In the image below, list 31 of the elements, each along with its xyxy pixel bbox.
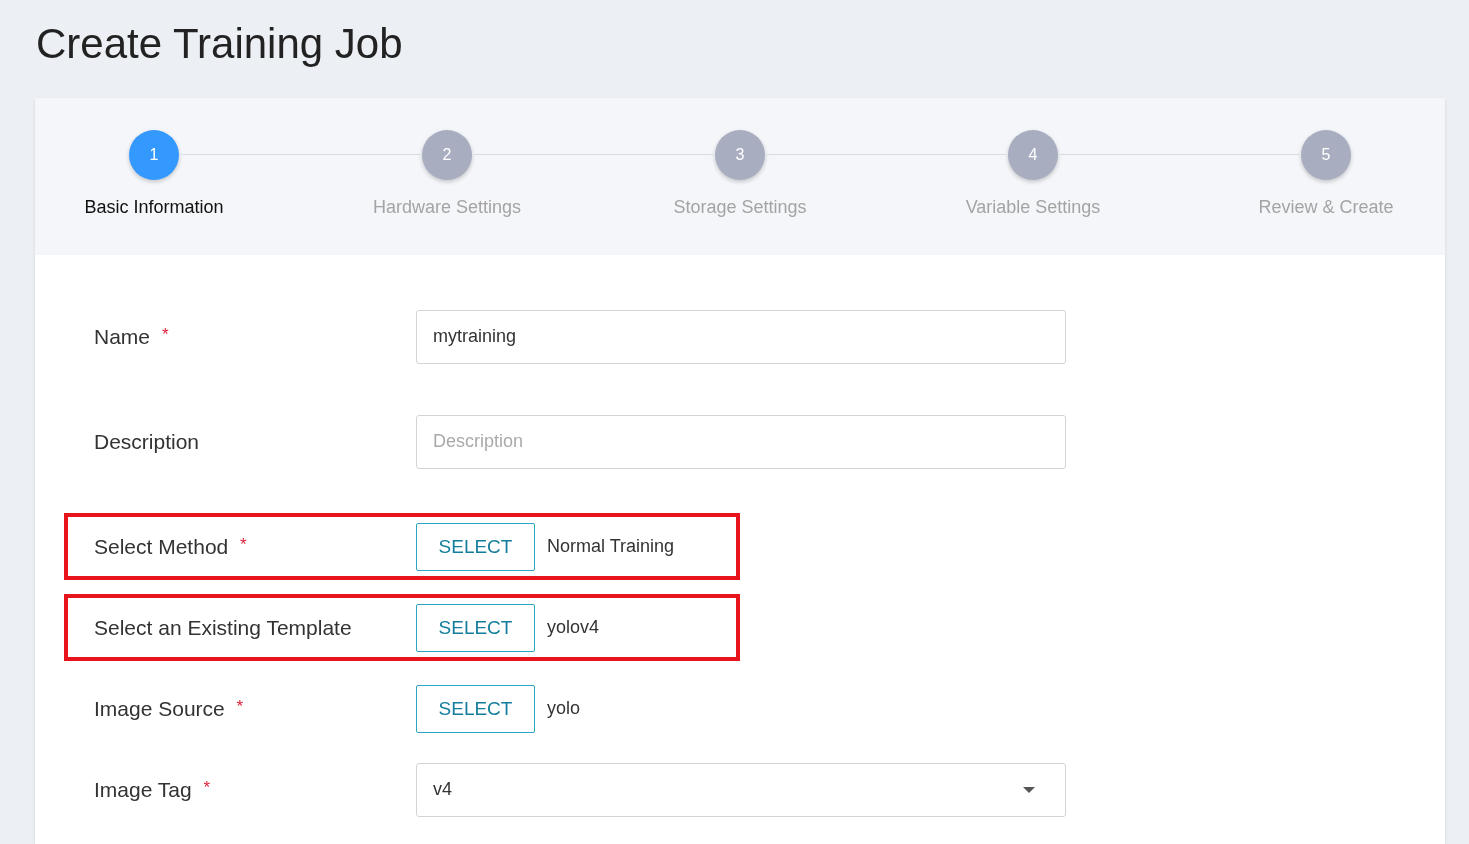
- step-number[interactable]: 2: [422, 130, 472, 180]
- select-button[interactable]: SELECT: [416, 522, 535, 571]
- selected-value: yolov4: [547, 617, 600, 638]
- step-number[interactable]: 1: [129, 130, 179, 180]
- step-number[interactable]: 3: [715, 130, 765, 180]
- step-label[interactable]: Hardware Settings: [372, 197, 522, 218]
- step-number[interactable]: 5: [1301, 130, 1351, 180]
- required-mark: *: [203, 777, 211, 797]
- step-label[interactable]: Storage Settings: [673, 197, 807, 218]
- step-number[interactable]: 4: [1008, 130, 1058, 180]
- field-label: Image Source: [94, 696, 225, 720]
- selected-value: Normal Training: [547, 536, 675, 557]
- caret-icon: [1023, 786, 1035, 793]
- select-button[interactable]: SELECT: [416, 684, 535, 733]
- field-label: Image Tag: [94, 777, 192, 801]
- step-label[interactable]: Variable Settings: [965, 197, 1101, 218]
- field-label: Select an Existing Template: [94, 615, 352, 639]
- field-label: Description: [94, 429, 200, 453]
- required-mark: *: [236, 696, 244, 716]
- field-label: Name: [94, 324, 151, 348]
- required-mark: *: [161, 324, 169, 344]
- step-label[interactable]: Basic Information: [84, 197, 224, 218]
- text-field[interactable]: Description: [416, 414, 1066, 469]
- select-button[interactable]: SELECT: [416, 603, 535, 652]
- dropdown-field[interactable]: v4: [416, 762, 1066, 817]
- text-field[interactable]: mytraining: [416, 309, 1066, 364]
- step-label[interactable]: Review & Create: [1258, 197, 1394, 218]
- page-title: Create Training Job: [35, 19, 404, 69]
- selected-value: yolo: [547, 698, 581, 719]
- required-mark: *: [240, 534, 247, 554]
- field-label: Select Method: [94, 534, 229, 558]
